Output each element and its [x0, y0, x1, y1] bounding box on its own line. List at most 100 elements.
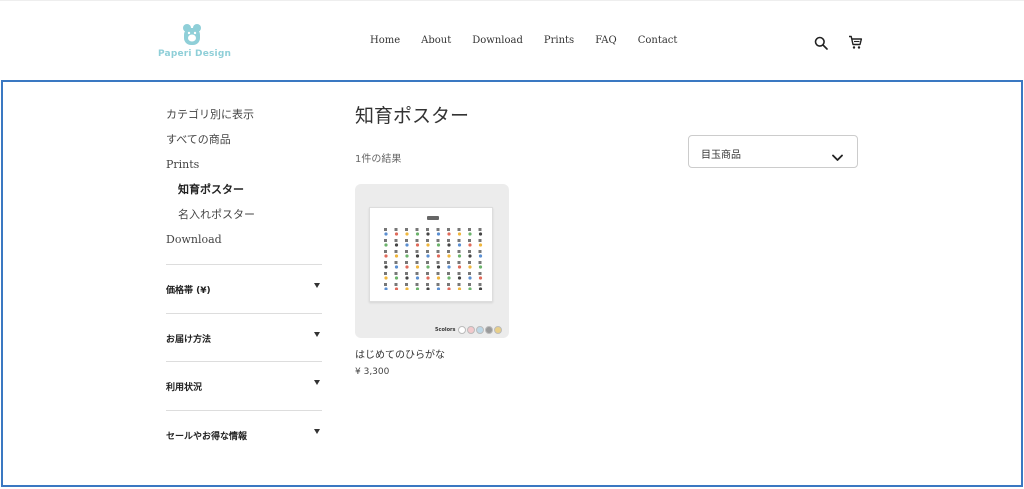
cart-icon[interactable]	[848, 35, 864, 51]
poster-glyph	[478, 283, 482, 286]
logo-text: Paperi Design	[158, 49, 232, 59]
product-image[interactable]: 5colors	[355, 184, 509, 338]
poster-illustration-dot	[405, 287, 409, 290]
poster-glyph	[405, 239, 408, 242]
category-educational-posters[interactable]: 知育ポスター	[166, 183, 322, 208]
filter-label: 価格帯 (¥)	[166, 286, 211, 296]
poster-glyph	[384, 239, 387, 242]
filter-availability[interactable]: 利用状況	[166, 361, 322, 410]
poster-glyph	[415, 261, 419, 264]
poster-illustration-dot	[394, 243, 399, 247]
nav-contact[interactable]: Contact	[638, 35, 678, 46]
poster-illustration-dot	[384, 276, 388, 280]
poster-glyph	[394, 228, 398, 231]
poster-glyph	[415, 239, 419, 242]
poster-illustration-dot	[468, 287, 472, 290]
site-logo[interactable]: Paperi Design	[158, 23, 232, 65]
results-count: 1件の結果	[355, 154, 402, 165]
poster-glyph	[436, 250, 440, 253]
poster-grid-illustration	[384, 228, 483, 290]
poster-illustration-dot	[405, 232, 409, 236]
poster-illustration-dot	[457, 265, 462, 269]
poster-illustration-dot	[447, 265, 451, 269]
product-price: ¥ 3,300	[355, 367, 390, 377]
poster-illustration-dot	[394, 287, 399, 290]
poster-illustration-dot	[478, 243, 483, 247]
poster-glyph	[426, 228, 429, 231]
poster-illustration-dot	[394, 265, 399, 269]
poster-glyph	[394, 239, 398, 242]
poster-glyph	[447, 250, 450, 253]
poster-illustration-dot	[426, 243, 430, 247]
poster-glyph	[468, 250, 471, 253]
poster-glyph	[394, 272, 398, 275]
filter-label: 利用状況	[166, 383, 203, 393]
poster-glyph	[468, 283, 471, 286]
search-icon[interactable]	[814, 35, 830, 51]
poster-illustration-dot	[426, 254, 430, 258]
sort-selected-value: 目玉商品	[701, 150, 741, 161]
poster-illustration-dot	[405, 276, 409, 280]
poster-illustration-dot	[447, 243, 451, 247]
poster-illustration-dot	[478, 254, 483, 258]
poster-glyph	[426, 250, 429, 253]
poster-illustration-dot	[415, 243, 420, 247]
poster-illustration-dot	[415, 276, 420, 280]
poster-illustration-dot	[436, 287, 441, 290]
poster-illustration-dot	[468, 243, 472, 247]
poster-glyph	[447, 272, 450, 275]
poster-glyph	[436, 272, 440, 275]
poster-illustration-dot	[457, 287, 462, 290]
color-swatches: 5colors	[435, 326, 503, 334]
poster-glyph	[447, 239, 450, 242]
poster-illustration-dot	[468, 265, 472, 269]
poster-illustration-dot	[394, 276, 399, 280]
poster-glyph	[384, 261, 387, 264]
poster-illustration-dot	[384, 232, 388, 236]
poster-glyph	[394, 283, 398, 286]
poster-illustration-dot	[384, 265, 388, 269]
nav-prints[interactable]: Prints	[544, 35, 574, 46]
header-icons	[814, 35, 864, 51]
nav-home[interactable]: Home	[370, 35, 400, 46]
poster-illustration-dot	[478, 265, 483, 269]
poster-illustration-dot	[447, 276, 451, 280]
filter-price[interactable]: 価格帯 (¥)	[166, 264, 322, 313]
poster-glyph	[478, 261, 482, 264]
nav-download[interactable]: Download	[472, 35, 523, 46]
filter-label: お届け方法	[166, 334, 212, 345]
caret-down-icon	[314, 428, 320, 434]
poster-glyph	[468, 239, 471, 242]
poster-illustration-dot	[384, 243, 388, 247]
poster-glyph	[468, 228, 471, 231]
filter-sale[interactable]: セールやお得な情報	[166, 409, 322, 459]
poster-glyph	[426, 239, 429, 242]
nav-faq[interactable]: FAQ	[595, 35, 617, 46]
poster-glyph	[405, 228, 408, 231]
poster-glyph	[457, 272, 461, 275]
product-name[interactable]: はじめてのひらがな	[355, 346, 509, 361]
product-card[interactable]: 5colors はじめてのひらがな ¥ 3,300	[355, 184, 509, 377]
poster-glyph	[457, 239, 461, 242]
category-name-posters[interactable]: 名入れポスター	[166, 208, 322, 233]
category-prints[interactable]: Prints	[166, 158, 322, 183]
caret-down-icon	[314, 331, 320, 337]
poster-illustration-dot	[457, 254, 462, 258]
poster-illustration-dot	[426, 287, 430, 290]
poster-illustration-dot	[394, 232, 399, 236]
main-nav: Home About Download Prints FAQ Contact	[370, 35, 677, 46]
site-header: Paperi Design Home About Download Prints…	[0, 0, 1024, 80]
poster-illustration-dot	[436, 254, 441, 258]
poster-title-mark	[427, 216, 439, 220]
poster-glyph	[436, 261, 440, 264]
category-all-products[interactable]: すべての商品	[166, 133, 322, 158]
color-swatch	[485, 326, 494, 334]
poster-glyph	[468, 261, 471, 264]
filter-delivery[interactable]: お届け方法	[166, 312, 322, 362]
poster-illustration-dot	[405, 265, 409, 269]
nav-about[interactable]: About	[421, 35, 451, 46]
poster-glyph	[457, 228, 461, 231]
poster-illustration-dot	[468, 254, 472, 258]
category-download[interactable]: Download	[166, 233, 322, 264]
sort-dropdown[interactable]: 目玉商品	[688, 135, 858, 168]
